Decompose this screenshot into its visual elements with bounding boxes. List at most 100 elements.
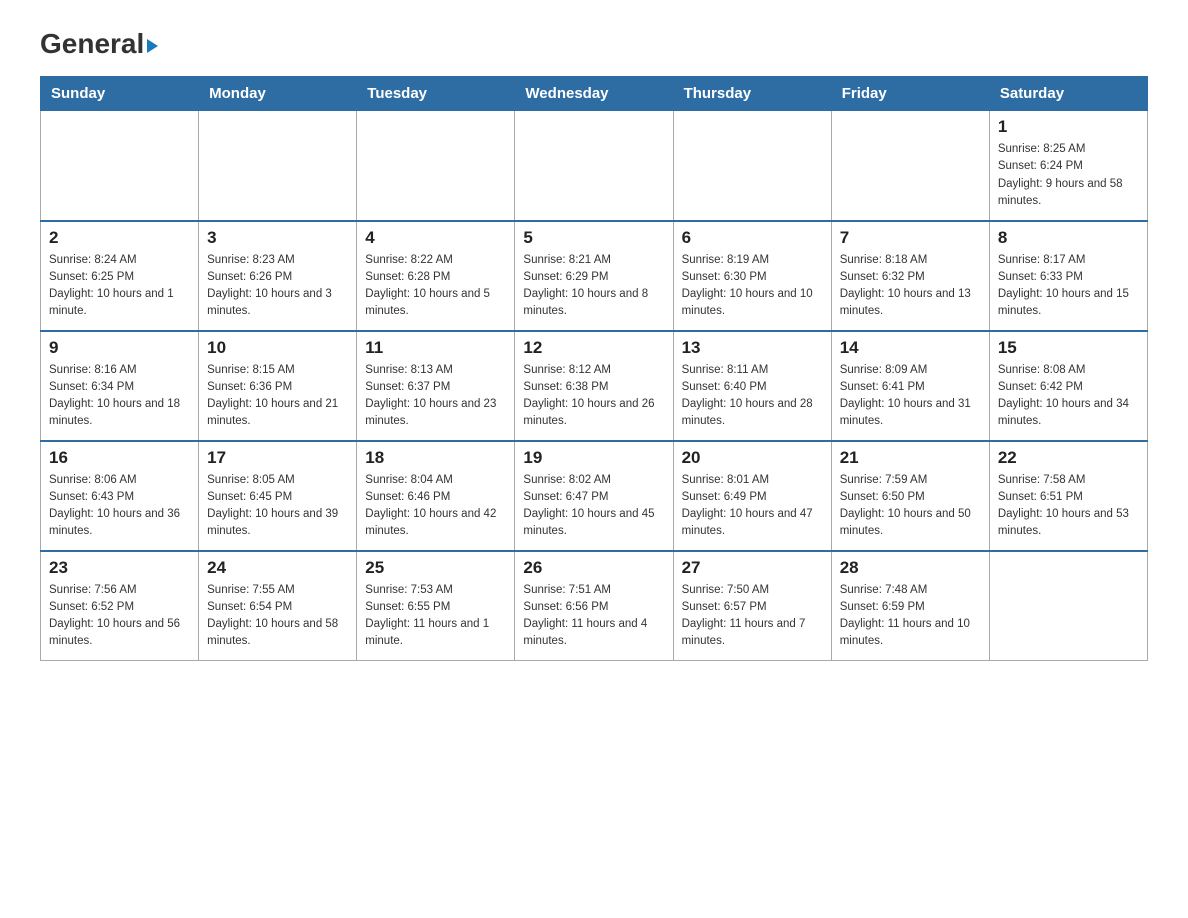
day-number: 15 [998, 338, 1139, 358]
calendar-table: SundayMondayTuesdayWednesdayThursdayFrid… [40, 76, 1148, 661]
weekday-header: Tuesday [357, 77, 515, 111]
day-number: 18 [365, 448, 506, 468]
day-info: Sunrise: 8:12 AMSunset: 6:38 PMDaylight:… [523, 362, 664, 431]
calendar-cell: 2 Sunrise: 8:24 AMSunset: 6:25 PMDaylight… [41, 221, 199, 331]
day-number: 21 [840, 448, 981, 468]
weekday-header: Monday [199, 77, 357, 111]
day-number: 5 [523, 228, 664, 248]
day-info: Sunrise: 8:11 AMSunset: 6:40 PMDaylight:… [682, 362, 823, 431]
calendar-cell: 21 Sunrise: 7:59 AMSunset: 6:50 PMDayligh… [831, 441, 989, 551]
day-info: Sunrise: 8:18 AMSunset: 6:32 PMDaylight:… [840, 252, 981, 321]
day-number: 7 [840, 228, 981, 248]
day-info: Sunrise: 8:16 AMSunset: 6:34 PMDaylight:… [49, 362, 190, 431]
weekday-header: Sunday [41, 77, 199, 111]
day-info: Sunrise: 8:17 AMSunset: 6:33 PMDaylight:… [998, 252, 1139, 321]
day-number: 11 [365, 338, 506, 358]
day-info: Sunrise: 7:53 AMSunset: 6:55 PMDaylight:… [365, 582, 506, 651]
day-info: Sunrise: 8:23 AMSunset: 6:26 PMDaylight:… [207, 252, 348, 321]
day-number: 12 [523, 338, 664, 358]
day-number: 20 [682, 448, 823, 468]
calendar-cell: 22 Sunrise: 7:58 AMSunset: 6:51 PMDayligh… [989, 441, 1147, 551]
calendar-cell: 9 Sunrise: 8:16 AMSunset: 6:34 PMDaylight… [41, 331, 199, 441]
day-number: 8 [998, 228, 1139, 248]
calendar-cell [989, 551, 1147, 661]
day-number: 25 [365, 558, 506, 578]
calendar-cell: 5 Sunrise: 8:21 AMSunset: 6:29 PMDaylight… [515, 221, 673, 331]
day-info: Sunrise: 8:25 AMSunset: 6:24 PMDaylight:… [998, 141, 1139, 210]
page-header: General [40, 30, 1148, 56]
logo: General [40, 30, 158, 56]
day-info: Sunrise: 8:01 AMSunset: 6:49 PMDaylight:… [682, 472, 823, 541]
day-number: 22 [998, 448, 1139, 468]
calendar-week-row: 16 Sunrise: 8:06 AMSunset: 6:43 PMDayligh… [41, 441, 1148, 551]
day-info: Sunrise: 7:56 AMSunset: 6:52 PMDaylight:… [49, 582, 190, 651]
calendar-cell [673, 111, 831, 221]
calendar-cell: 17 Sunrise: 8:05 AMSunset: 6:45 PMDayligh… [199, 441, 357, 551]
day-info: Sunrise: 8:15 AMSunset: 6:36 PMDaylight:… [207, 362, 348, 431]
day-info: Sunrise: 7:48 AMSunset: 6:59 PMDaylight:… [840, 582, 981, 651]
day-number: 16 [49, 448, 190, 468]
weekday-header: Friday [831, 77, 989, 111]
day-info: Sunrise: 7:50 AMSunset: 6:57 PMDaylight:… [682, 582, 823, 651]
calendar-cell [357, 111, 515, 221]
calendar-cell [199, 111, 357, 221]
day-info: Sunrise: 7:58 AMSunset: 6:51 PMDaylight:… [998, 472, 1139, 541]
day-info: Sunrise: 8:21 AMSunset: 6:29 PMDaylight:… [523, 252, 664, 321]
calendar-week-row: 9 Sunrise: 8:16 AMSunset: 6:34 PMDaylight… [41, 331, 1148, 441]
day-number: 10 [207, 338, 348, 358]
day-info: Sunrise: 8:05 AMSunset: 6:45 PMDaylight:… [207, 472, 348, 541]
calendar-cell [515, 111, 673, 221]
day-info: Sunrise: 8:22 AMSunset: 6:28 PMDaylight:… [365, 252, 506, 321]
calendar-cell: 1 Sunrise: 8:25 AMSunset: 6:24 PMDaylight… [989, 111, 1147, 221]
day-info: Sunrise: 8:24 AMSunset: 6:25 PMDaylight:… [49, 252, 190, 321]
calendar-cell: 4Sunrise: 8:22 AMSunset: 6:28 PMDaylight… [357, 221, 515, 331]
calendar-cell: 13 Sunrise: 8:11 AMSunset: 6:40 PMDayligh… [673, 331, 831, 441]
calendar-cell: 27 Sunrise: 7:50 AMSunset: 6:57 PMDayligh… [673, 551, 831, 661]
day-info: Sunrise: 7:59 AMSunset: 6:50 PMDaylight:… [840, 472, 981, 541]
calendar-cell: 16 Sunrise: 8:06 AMSunset: 6:43 PMDayligh… [41, 441, 199, 551]
day-info: Sunrise: 8:09 AMSunset: 6:41 PMDaylight:… [840, 362, 981, 431]
day-number: 28 [840, 558, 981, 578]
day-number: 26 [523, 558, 664, 578]
day-number: 2 [49, 228, 190, 248]
day-info: Sunrise: 7:51 AMSunset: 6:56 PMDaylight:… [523, 582, 664, 651]
calendar-cell [41, 111, 199, 221]
weekday-header: Thursday [673, 77, 831, 111]
calendar-cell: 26 Sunrise: 7:51 AMSunset: 6:56 PMDayligh… [515, 551, 673, 661]
calendar-cell: 6Sunrise: 8:19 AMSunset: 6:30 PMDaylight… [673, 221, 831, 331]
calendar-header-row: SundayMondayTuesdayWednesdayThursdayFrid… [41, 77, 1148, 111]
calendar-cell: 3 Sunrise: 8:23 AMSunset: 6:26 PMDaylight… [199, 221, 357, 331]
day-number: 23 [49, 558, 190, 578]
day-info: Sunrise: 8:08 AMSunset: 6:42 PMDaylight:… [998, 362, 1139, 431]
day-number: 3 [207, 228, 348, 248]
logo-general: General [40, 30, 158, 58]
day-info: Sunrise: 8:06 AMSunset: 6:43 PMDaylight:… [49, 472, 190, 541]
calendar-cell: 23 Sunrise: 7:56 AMSunset: 6:52 PMDayligh… [41, 551, 199, 661]
weekday-header: Wednesday [515, 77, 673, 111]
calendar-cell: 20 Sunrise: 8:01 AMSunset: 6:49 PMDayligh… [673, 441, 831, 551]
calendar-week-row: 23 Sunrise: 7:56 AMSunset: 6:52 PMDayligh… [41, 551, 1148, 661]
calendar-cell: 12 Sunrise: 8:12 AMSunset: 6:38 PMDayligh… [515, 331, 673, 441]
day-info: Sunrise: 7:55 AMSunset: 6:54 PMDaylight:… [207, 582, 348, 651]
calendar-cell: 25 Sunrise: 7:53 AMSunset: 6:55 PMDayligh… [357, 551, 515, 661]
day-number: 9 [49, 338, 190, 358]
day-number: 14 [840, 338, 981, 358]
day-number: 1 [998, 117, 1139, 137]
weekday-header: Saturday [989, 77, 1147, 111]
calendar-week-row: 1 Sunrise: 8:25 AMSunset: 6:24 PMDaylight… [41, 111, 1148, 221]
day-number: 19 [523, 448, 664, 468]
calendar-week-row: 2 Sunrise: 8:24 AMSunset: 6:25 PMDaylight… [41, 221, 1148, 331]
day-number: 13 [682, 338, 823, 358]
day-number: 24 [207, 558, 348, 578]
day-info: Sunrise: 8:13 AMSunset: 6:37 PMDaylight:… [365, 362, 506, 431]
day-number: 27 [682, 558, 823, 578]
calendar-cell: 28 Sunrise: 7:48 AMSunset: 6:59 PMDayligh… [831, 551, 989, 661]
calendar-cell: 10 Sunrise: 8:15 AMSunset: 6:36 PMDayligh… [199, 331, 357, 441]
calendar-cell: 7 Sunrise: 8:18 AMSunset: 6:32 PMDaylight… [831, 221, 989, 331]
calendar-cell: 18Sunrise: 8:04 AMSunset: 6:46 PMDayligh… [357, 441, 515, 551]
day-number: 17 [207, 448, 348, 468]
calendar-cell: 19Sunrise: 8:02 AMSunset: 6:47 PMDayligh… [515, 441, 673, 551]
day-number: 6 [682, 228, 823, 248]
calendar-cell [831, 111, 989, 221]
calendar-cell: 24 Sunrise: 7:55 AMSunset: 6:54 PMDayligh… [199, 551, 357, 661]
